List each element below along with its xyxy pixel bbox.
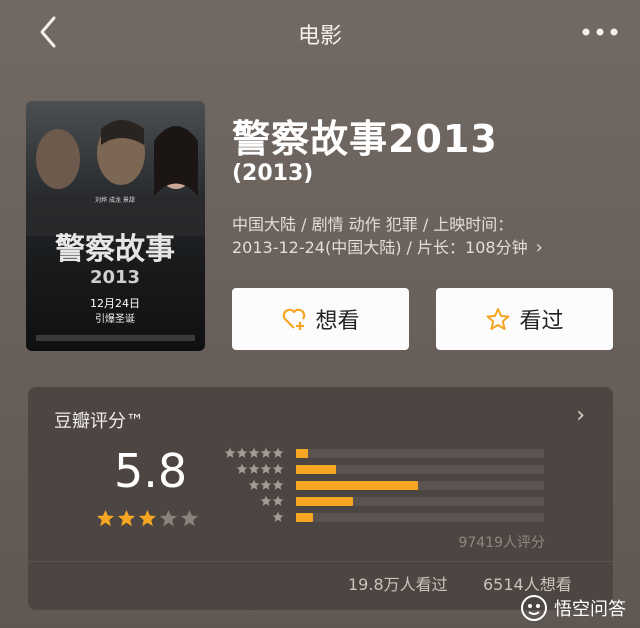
want-count: 6514人想看 bbox=[483, 575, 572, 594]
distribution-bar bbox=[296, 512, 313, 522]
distribution-bar bbox=[296, 464, 336, 474]
star-icon bbox=[272, 511, 284, 522]
card-divider bbox=[28, 561, 613, 562]
distribution-stars bbox=[224, 479, 284, 491]
distribution-row-5-star bbox=[224, 445, 544, 461]
star-icon bbox=[96, 509, 115, 527]
rating-score: 5.8 bbox=[114, 444, 188, 498]
distribution-bar bbox=[296, 480, 418, 490]
poster-tagline: 引爆圣诞 bbox=[95, 312, 135, 325]
movie-poster[interactable]: 刘烨 成龙 景甜 警察故事 2013 12月24日 引爆圣诞 bbox=[26, 101, 205, 351]
ellipsis-icon[interactable] bbox=[578, 20, 622, 44]
distribution-row-4-star bbox=[224, 461, 544, 477]
star-icon bbox=[117, 509, 136, 527]
rating-distribution bbox=[224, 445, 544, 525]
wukong-logo-icon bbox=[521, 595, 547, 621]
poster-title-art: 警察故事 bbox=[55, 232, 175, 267]
distribution-bar bbox=[296, 496, 353, 506]
distribution-stars bbox=[224, 447, 284, 459]
distribution-row-1-star bbox=[224, 509, 544, 525]
distribution-stars bbox=[224, 463, 284, 475]
distribution-stars bbox=[224, 495, 284, 507]
distribution-stars bbox=[224, 511, 284, 523]
watermark-text: 悟空问答 bbox=[554, 599, 626, 620]
star-icon bbox=[260, 463, 272, 474]
rating-card[interactable]: 豆瓣评分™ › 5.8 97419人评分 19.8万人看过 6514人想看 bbox=[28, 387, 613, 610]
distribution-track bbox=[296, 512, 544, 522]
movie-meta-line-1: 中国大陆 / 剧情 动作 犯罪 / 上映时间： bbox=[232, 215, 514, 234]
star-icon bbox=[272, 479, 284, 490]
rating-section-title: 豆瓣评分™ bbox=[54, 411, 144, 432]
poster-date: 12月24日 bbox=[90, 297, 140, 310]
page-title: 电影 bbox=[297, 24, 342, 49]
star-icon bbox=[260, 495, 272, 506]
poster-names: 刘烨 成龙 景甜 bbox=[95, 196, 135, 204]
chevron-right-icon[interactable]: › bbox=[576, 403, 585, 428]
star-icon bbox=[248, 463, 260, 474]
star-icon bbox=[272, 447, 284, 458]
star-icon bbox=[224, 447, 236, 458]
watched-button[interactable]: 看过 bbox=[436, 288, 613, 350]
star-outline-icon bbox=[486, 308, 510, 330]
distribution-row-2-star bbox=[224, 493, 544, 509]
star-icon bbox=[159, 509, 178, 527]
rating-stars bbox=[96, 509, 199, 528]
star-icon bbox=[248, 479, 260, 490]
star-icon bbox=[138, 509, 157, 527]
rating-count: 97419人评分 bbox=[458, 535, 545, 551]
want-to-watch-button[interactable]: 想看 bbox=[232, 288, 409, 350]
distribution-track bbox=[296, 496, 544, 506]
poster-year-art: 2013 bbox=[90, 267, 140, 288]
wukong-watermark: 悟空问答 bbox=[520, 594, 626, 622]
distribution-row-3-star bbox=[224, 477, 544, 493]
star-icon bbox=[180, 509, 199, 527]
star-icon bbox=[272, 463, 284, 474]
star-icon bbox=[260, 479, 272, 490]
star-icon bbox=[248, 447, 260, 458]
distribution-track bbox=[296, 448, 544, 458]
distribution-track bbox=[296, 480, 544, 490]
movie-title: 警察故事2013 bbox=[232, 117, 498, 161]
distribution-bar bbox=[296, 448, 308, 458]
star-icon bbox=[272, 495, 284, 506]
movie-meta-text: 2013-12-24(中国大陆) / 片长：108分钟 bbox=[232, 238, 528, 257]
movie-year: (2013) bbox=[232, 161, 314, 186]
want-to-watch-label: 想看 bbox=[315, 309, 360, 334]
star-icon bbox=[260, 447, 272, 458]
movie-meta-line-2[interactable]: 2013-12-24(中国大陆) / 片长：108分钟 › bbox=[232, 234, 543, 258]
star-icon bbox=[236, 463, 248, 474]
distribution-track bbox=[296, 464, 544, 474]
star-icon bbox=[236, 447, 248, 458]
watched-label: 看过 bbox=[519, 309, 564, 334]
chevron-right-icon: › bbox=[535, 237, 543, 258]
heart-plus-icon bbox=[283, 308, 306, 330]
watched-count: 19.8万人看过 bbox=[348, 575, 448, 594]
